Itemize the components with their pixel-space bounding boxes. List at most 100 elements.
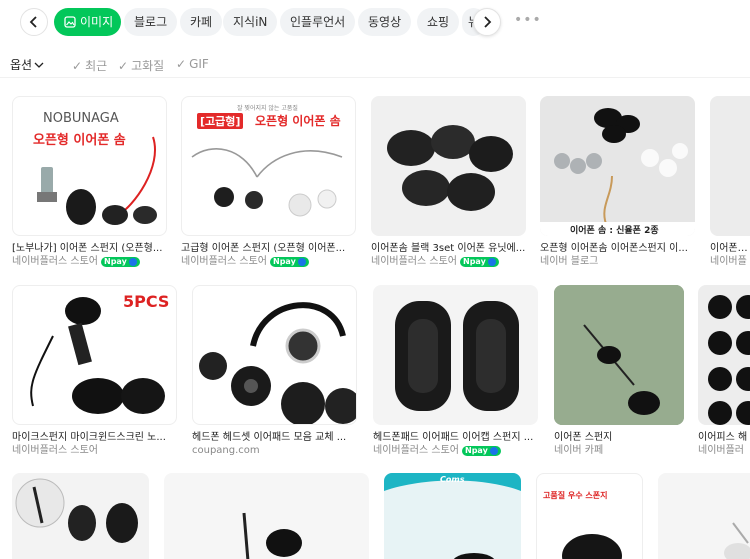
result-caption[interactable]: [노부나가] 이어폰 스펀지 (오픈형... <box>12 242 167 255</box>
result-source-label: 네이버 카페 <box>554 445 604 456</box>
image-result[interactable]: 이어폰솜 블랙 3set 이어폰 유닛에... 네이버플러스 스토어 Npay <box>371 96 526 268</box>
earphone-illustration <box>724 522 750 559</box>
result-thumbnail[interactable] <box>164 473 369 559</box>
scroll-left-button[interactable] <box>20 8 48 36</box>
plus-icon <box>487 257 496 266</box>
filter-row: 옵션 ✓ 최근 ✓ 고화질 ✓ GIF <box>0 52 750 78</box>
result-thumbnail[interactable] <box>554 285 684 425</box>
result-caption[interactable]: 이어폰패드 <box>710 242 750 255</box>
result-source-label: 네이버플러스 스토어 <box>371 256 457 267</box>
result-thumbnail[interactable] <box>371 96 526 236</box>
npay-badge-label: pay <box>279 256 296 266</box>
result-source[interactable]: 네이버플러 <box>698 444 750 457</box>
result-caption[interactable]: 헤드폰 헤드셋 이어패드 모음 교체 ... <box>192 431 357 444</box>
result-thumbnail[interactable] <box>658 473 750 559</box>
image-result[interactable]: Coms <box>384 473 521 559</box>
tab-image[interactable]: 이미지 <box>54 8 122 36</box>
eartip-illustration <box>15 478 138 543</box>
image-result[interactable] <box>164 473 369 559</box>
image-icon <box>64 16 76 28</box>
tab-shopping[interactable]: 쇼핑 <box>417 8 460 36</box>
result-source-label: 네이버플 <box>710 256 747 267</box>
result-source-label: 네이버플러 <box>698 445 744 456</box>
image-result[interactable]: 이어폰 스펀지 네이버 카페 <box>554 285 684 457</box>
npay-badge: Npay <box>269 256 309 267</box>
filter-hd-label: 고화질 <box>131 59 165 73</box>
filter-gif[interactable]: ✓ GIF <box>176 57 209 71</box>
tab-influencer[interactable]: 인플루언서 <box>280 8 356 36</box>
result-source[interactable]: coupang.com <box>192 444 357 457</box>
tab-cafe[interactable]: 카페 <box>180 8 223 36</box>
result-thumbnail[interactable]: Coms <box>384 473 521 559</box>
more-icon[interactable]: ••• <box>514 12 542 28</box>
tab-kin[interactable]: 지식iN <box>223 8 278 36</box>
result-caption[interactable]: 이어폰솜 블랙 3set 이어폰 유닛에... <box>371 242 526 255</box>
chevron-left-icon <box>29 16 37 28</box>
image-result[interactable]: 헤드폰 헤드셋 이어패드 모음 교체 ... coupang.com <box>192 285 357 457</box>
headset-pads-illustration <box>199 302 356 424</box>
scroll-right-button[interactable] <box>473 8 501 36</box>
image-result[interactable]: 잘 찢어지지 않는 고품질 [고급형] 오픈형 이어폰 솜 고급형 이어폰 스펀… <box>181 96 356 268</box>
result-caption[interactable]: 이어폰 스펀지 <box>554 431 684 444</box>
npay-badge-label: pay <box>110 256 127 266</box>
result-thumbnail[interactable] <box>698 285 750 425</box>
result-source[interactable]: 네이버플러스 스토어 Npay <box>373 444 538 457</box>
result-thumbnail[interactable]: 이어폰 솜 : 신율폰 2종 <box>540 96 695 236</box>
result-source[interactable]: 네이버플러스 스토어 Npay <box>181 255 356 268</box>
earphone-cable-illustration <box>242 512 302 559</box>
image-result[interactable]: NOBUNAGA 오픈형 이어폰 솜 [노부나가] 이어폰 스펀지 (오픈형..… <box>12 96 167 268</box>
result-thumbnail[interactable]: 고품질 우수 스폰지 <box>536 473 643 559</box>
chevron-down-icon <box>34 62 44 68</box>
filter-hd[interactable]: ✓ 고화질 <box>118 57 164 74</box>
result-source[interactable]: 네이버 블로그 <box>540 255 695 268</box>
npay-badge: Npay <box>459 256 499 267</box>
npay-badge: Npay <box>461 445 501 456</box>
check-icon: ✓ <box>176 57 187 71</box>
plus-icon <box>128 257 137 266</box>
result-source[interactable]: 네이버플러스 스토어 Npay <box>371 255 526 268</box>
thumb-caption-band: 이어폰 솜 : 신율폰 2종 <box>540 222 695 236</box>
earphone-foam-illustration <box>37 136 157 225</box>
result-caption[interactable]: 고급형 이어폰 스펀지 (오픈형 이어폰... <box>181 242 356 255</box>
result-thumbnail[interactable]: 잘 찢어지지 않는 고품질 [고급형] 오픈형 이어폰 솜 <box>181 96 356 236</box>
options-label: 옵션 <box>10 58 33 72</box>
result-source-label: 네이버 블로그 <box>540 256 599 267</box>
plus-icon <box>297 257 306 266</box>
result-thumbnail[interactable] <box>373 285 538 425</box>
result-source[interactable]: 네이버플러스 스토어 Npay <box>12 255 167 268</box>
result-caption[interactable]: 마이크스펀지 마이크윈드스크린 노... <box>12 431 177 444</box>
result-source[interactable]: 네이버플러스 스토어 <box>12 444 177 457</box>
image-result[interactable]: 이어피스 해 네이버플러 <box>698 285 750 457</box>
foam-pile-illustration <box>387 125 513 211</box>
result-caption[interactable]: 이어피스 해 <box>698 431 750 444</box>
result-source[interactable]: 네이버 카페 <box>554 444 684 457</box>
image-result[interactable] <box>658 473 750 559</box>
options-dropdown[interactable]: 옵션 <box>10 56 44 73</box>
result-source-label: 네이버플러스 스토어 <box>373 445 459 456</box>
mic-foam-illustration <box>30 297 165 414</box>
image-result[interactable]: 헤드폰패드 이어패드 이어캡 스펀지 ... 네이버플러스 스토어 Npay <box>373 285 538 457</box>
image-result[interactable]: 고품질 우수 스폰지 <box>536 473 643 559</box>
result-thumbnail[interactable]: 5PCS <box>12 285 177 425</box>
image-result[interactable]: 5PCS 마이크스펀지 마이크윈드스크린 노... 네이버플러스 스토어 <box>12 285 177 457</box>
filter-recent[interactable]: ✓ 최근 <box>72 57 107 74</box>
result-caption[interactable]: 헤드폰패드 이어패드 이어캡 스펀지 ... <box>373 431 538 444</box>
result-source-label: 네이버플러스 스토어 <box>181 256 267 267</box>
image-result[interactable]: 이어폰 솜 : 신율폰 2종 오픈형 이어폰솜 이어폰스펀지 이... 네이버 … <box>540 96 695 268</box>
image-result[interactable]: 이어폰패드 네이버플 <box>710 96 750 268</box>
result-thumbnail[interactable]: NOBUNAGA 오픈형 이어폰 솜 <box>12 96 167 236</box>
check-icon: ✓ <box>72 58 83 73</box>
thumb-bottom-text: 이어폰 솜 : 신율폰 2종 <box>570 226 659 236</box>
result-thumbnail[interactable] <box>710 96 750 236</box>
result-source-label: 네이버플러스 스토어 <box>12 445 98 456</box>
result-thumbnail[interactable] <box>192 285 357 425</box>
filter-gif-label: GIF <box>189 57 209 71</box>
result-thumbnail[interactable] <box>12 473 149 559</box>
npay-badge-label: pay <box>469 256 486 266</box>
tab-blog[interactable]: 블로그 <box>124 8 178 36</box>
image-result[interactable] <box>12 473 149 559</box>
product-box-illustration <box>384 473 521 559</box>
tab-video[interactable]: 동영상 <box>358 8 412 36</box>
result-source[interactable]: 네이버플 <box>710 255 750 268</box>
result-caption[interactable]: 오픈형 이어폰솜 이어폰스펀지 이... <box>540 242 695 255</box>
